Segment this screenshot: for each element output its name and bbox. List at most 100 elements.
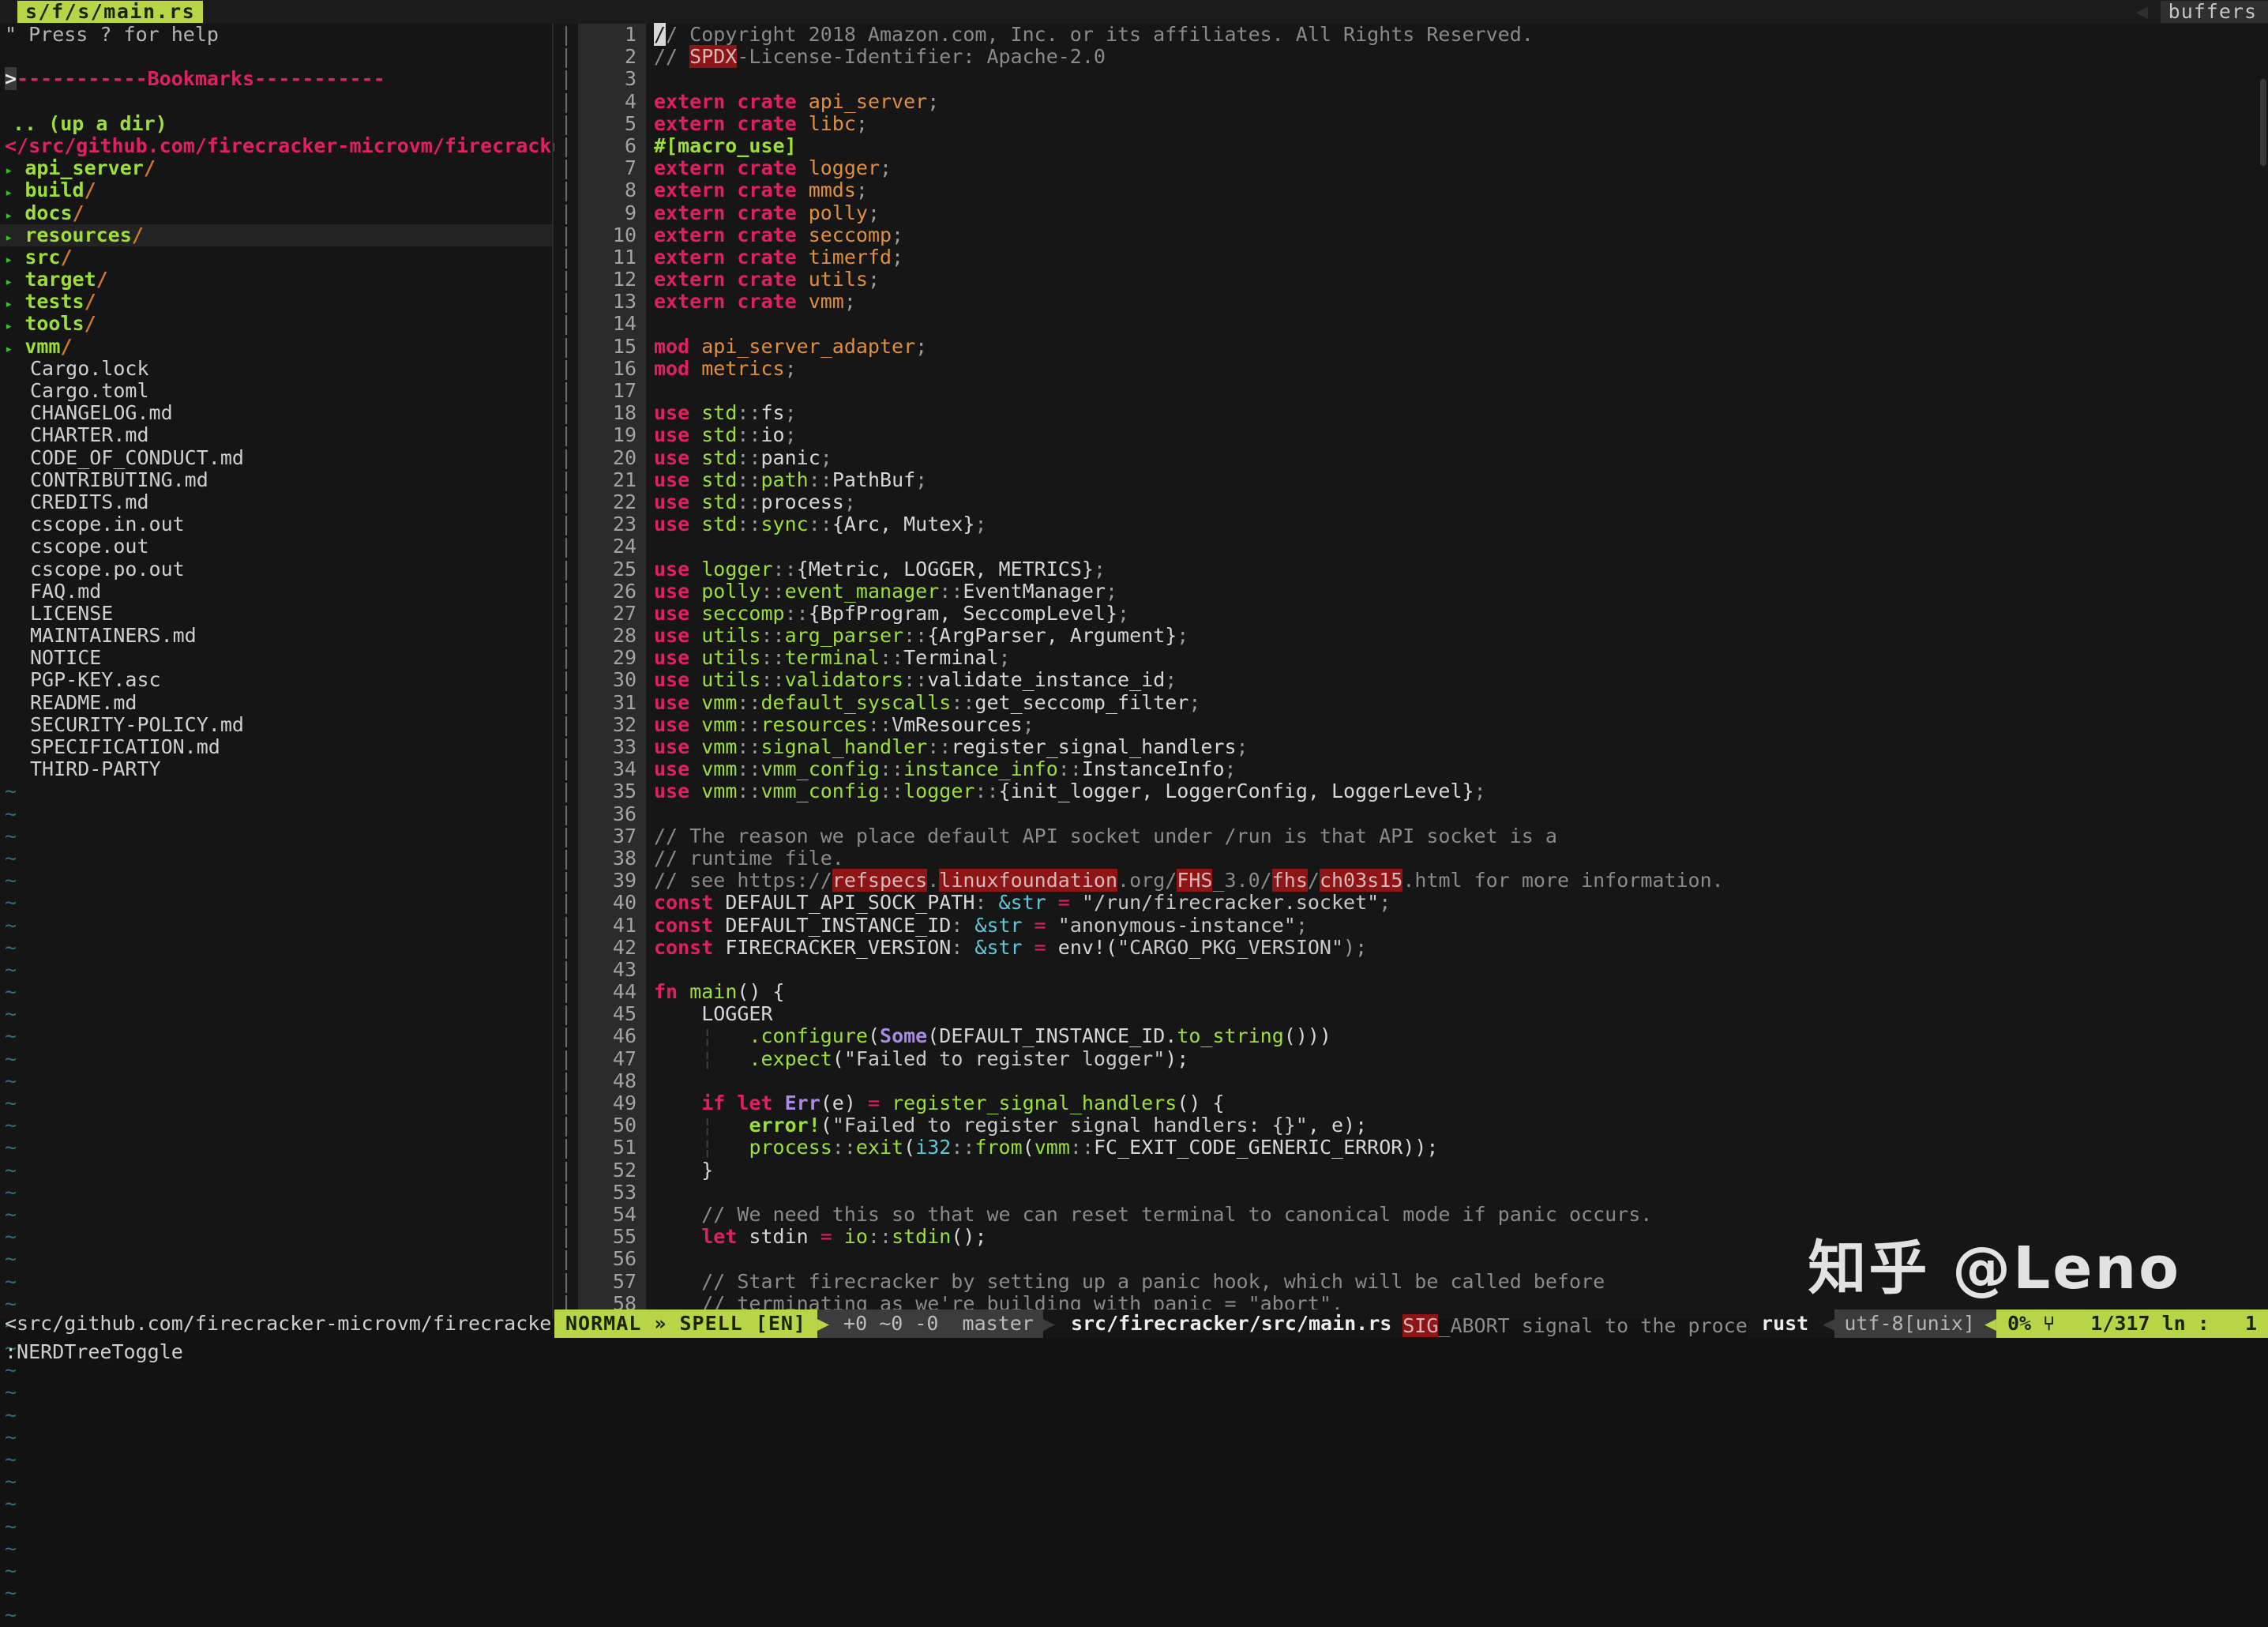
- nerdtree-file-SECURITY-POLICY.md[interactable]: SECURITY-POLICY.md: [0, 713, 553, 736]
- nerdtree-file-cscope.po.out[interactable]: cscope.po.out: [0, 558, 553, 581]
- code-line[interactable]: | 38 // runtime file.: [554, 847, 2268, 870]
- code-line[interactable]: | 25 use logger::{Metric, LOGGER, METRICS}…: [554, 558, 2268, 581]
- code-line[interactable]: | 27 use seccomp::{BpfProgram, SeccompLeve…: [554, 602, 2268, 626]
- nerdtree-bookmarks-header[interactable]: >-----------Bookmarks-----------: [0, 67, 553, 91]
- code-line[interactable]: | 18 use std::fs;: [554, 401, 2268, 425]
- scrollbar[interactable]: [2260, 79, 2266, 166]
- command-line[interactable]: :NERDTreeToggle: [0, 1338, 2268, 1366]
- nerdtree-file-CONTRIBUTING.md[interactable]: CONTRIBUTING.md: [0, 468, 553, 491]
- code-line[interactable]: | 31 use vmm::default_syscalls::get_seccom…: [554, 691, 2268, 714]
- code-line[interactable]: | 48: [554, 1069, 2268, 1092]
- nerdtree-file-PGP-KEY.asc[interactable]: PGP-KEY.asc: [0, 669, 553, 691]
- nerdtree-file-CHARTER.md[interactable]: CHARTER.md: [0, 424, 553, 446]
- code-line[interactable]: | 43: [554, 957, 2268, 982]
- code-line[interactable]: | 4 extern crate api_server;: [554, 90, 2268, 113]
- tab-buffers[interactable]: buffers: [2160, 1, 2268, 23]
- code-line[interactable]: | 6 #[macro_use]: [554, 134, 2268, 158]
- nerdtree-file-NOTICE[interactable]: NOTICE: [0, 647, 553, 669]
- fold-column-icon: |: [560, 156, 573, 180]
- code-line[interactable]: | 52 }: [554, 1159, 2268, 1182]
- code-line[interactable]: | 22 use std::process;: [554, 490, 2268, 514]
- code-line[interactable]: | 16 mod metrics;: [554, 357, 2268, 380]
- nerdtree-file-CHANGELOG.md[interactable]: CHANGELOG.md: [0, 401, 553, 424]
- code-line[interactable]: | 10 extern crate seccomp;: [554, 224, 2268, 246]
- code-line[interactable]: | 20 use std::panic;: [554, 446, 2268, 469]
- nerdtree-file-SPECIFICATION.md[interactable]: SPECIFICATION.md: [0, 735, 553, 758]
- nerdtree-file-Cargo.toml[interactable]: Cargo.toml: [0, 379, 553, 402]
- code-line[interactable]: | 39 // see https://refspecs.linuxfoundati…: [554, 869, 2268, 892]
- nerdtree-file-Cargo.lock[interactable]: Cargo.lock: [0, 357, 553, 380]
- nerdtree-file-CODE_OF_CONDUCT.md[interactable]: CODE_OF_CONDUCT.md: [0, 446, 553, 469]
- code-text: // We need this so that we can reset ter…: [701, 1202, 1653, 1226]
- line-number: 31: [578, 691, 646, 714]
- code-line[interactable]: | 7 extern crate logger;: [554, 156, 2268, 180]
- nerdtree-pane[interactable]: " Press ? for help >-----------Bookmarks…: [0, 23, 588, 1626]
- tab-active-file[interactable]: s/f/s/main.rs: [17, 1, 204, 23]
- nerdtree-up-a-dir[interactable]: .. (up a dir): [0, 112, 553, 135]
- nerdtree-dir-src[interactable]: ▸ src/: [0, 246, 553, 269]
- code-line[interactable]: | 23 use std::sync::{Arc, Mutex};: [554, 513, 2268, 536]
- nerdtree-file-cscope.out[interactable]: cscope.out: [0, 535, 553, 558]
- code-line[interactable]: | 41 const DEFAULT_INSTANCE_ID: &str = "an…: [554, 914, 2268, 937]
- code-line[interactable]: | 3: [554, 68, 2268, 91]
- code-text: if let Err(e) = register_signal_handlers…: [701, 1092, 1225, 1114]
- nerdtree-file-cscope.in.out[interactable]: cscope.in.out: [0, 513, 553, 535]
- code-line[interactable]: | 29 use utils::terminal::Terminal;: [554, 647, 2268, 670]
- code-line[interactable]: | 9 extern crate polly;: [554, 201, 2268, 224]
- code-line[interactable]: | 1 // Copyright 2018 Amazon.com, Inc. or …: [554, 23, 2268, 47]
- code-line[interactable]: | 51 ¦ process::exit(i32::from(vmm::FC_EX…: [554, 1137, 2268, 1159]
- nerdtree-dir-target[interactable]: ▸ target/: [0, 268, 553, 291]
- code-editor-pane[interactable]: | 1// Copyright 2018 Amazon.com, Inc. or …: [554, 23, 2268, 1338]
- code-line[interactable]: | 37 // The reason we place default API so…: [554, 825, 2268, 847]
- nerdtree-dir-tools[interactable]: ▸ tools/: [0, 313, 553, 335]
- code-line[interactable]: | 50 ¦ error!("Failed to register signal …: [554, 1114, 2268, 1137]
- code-line[interactable]: | 44 fn main() {: [554, 980, 2268, 1004]
- code-line[interactable]: | 14: [554, 313, 2268, 336]
- nerdtree-empty-marker: ~: [5, 1069, 17, 1092]
- code-line[interactable]: | 28 use utils::arg_parser::{ArgParser, Ar…: [554, 624, 2268, 648]
- nerdtree-dir-tests[interactable]: ▸ tests/: [0, 291, 553, 313]
- code-line[interactable]: | 35 use vmm::vmm_config::logger::{init_lo…: [554, 780, 2268, 803]
- nerdtree-dir-resources[interactable]: ▸ resources/: [0, 224, 553, 246]
- code-line[interactable]: | 47 ¦ .expect("Failed to register logger…: [554, 1047, 2268, 1070]
- code-line[interactable]: | 53: [554, 1181, 2268, 1204]
- code-line[interactable]: | 5 extern crate libc;: [554, 112, 2268, 135]
- nerdtree-empty-marker: ~: [5, 1403, 17, 1426]
- code-line[interactable]: | 36: [554, 802, 2268, 825]
- nerdtree-file-MAINTAINERS.md[interactable]: MAINTAINERS.md: [0, 624, 553, 647]
- nerdtree-file-LICENSE[interactable]: LICENSE: [0, 602, 553, 625]
- code-line[interactable]: | 21 use std::path::PathBuf;: [554, 468, 2268, 491]
- code-line[interactable]: | 2 // SPDX-License-Identifier: Apache-2.0: [554, 45, 2268, 69]
- nerdtree-root-path[interactable]: </src/github.com/firecracker-microvm/fir…: [0, 134, 588, 157]
- code-line[interactable]: | 26 use polly::event_manager::EventManage…: [554, 580, 2268, 603]
- code-line[interactable]: | 13 extern crate vmm;: [554, 291, 2268, 314]
- code-line[interactable]: | 40 const DEFAULT_API_SOCK_PATH: &str = "…: [554, 892, 2268, 915]
- code-line[interactable]: | 24: [554, 535, 2268, 558]
- code-line[interactable]: | 34 use vmm::vmm_config::instance_info::I…: [554, 757, 2268, 781]
- code-line[interactable]: | 46 ¦ .configure(Some(DEFAULT_INSTANCE_I…: [554, 1025, 2268, 1048]
- code-line[interactable]: | 33 use vmm::signal_handler::register_sig…: [554, 735, 2268, 759]
- nerdtree-dir-build[interactable]: ▸ build/: [0, 179, 553, 201]
- nerdtree-file-FAQ.md[interactable]: FAQ.md: [0, 580, 553, 603]
- code-line[interactable]: | 30 use utils::validators::validate_insta…: [554, 669, 2268, 692]
- code-line[interactable]: | 12 extern crate utils;: [554, 268, 2268, 291]
- code-line[interactable]: | 49 if let Err(e) = register_signal_hand…: [554, 1092, 2268, 1115]
- code-line[interactable]: | 11 extern crate timerfd;: [554, 246, 2268, 269]
- nerdtree-file-CREDITS.md[interactable]: CREDITS.md: [0, 490, 553, 513]
- nerdtree-dir-api_server[interactable]: ▸ api_server/: [0, 157, 553, 179]
- code-line[interactable]: | 15 mod api_server_adapter;: [554, 335, 2268, 358]
- code-line[interactable]: | 54 // We need this so that we can reset…: [554, 1202, 2268, 1227]
- nerdtree-dir-docs[interactable]: ▸ docs/: [0, 201, 553, 224]
- code-line[interactable]: | 42 const FIRECRACKER_VERSION: &str = env…: [554, 936, 2268, 959]
- nerdtree-dir-vmm[interactable]: ▸ vmm/: [0, 335, 553, 358]
- code-line[interactable]: | 19 use std::io;: [554, 424, 2268, 447]
- fold-column-icon: |: [560, 957, 573, 981]
- nerdtree-file-README.md[interactable]: README.md: [0, 691, 553, 714]
- fold-column-icon: |: [560, 1002, 573, 1026]
- nerdtree-file-THIRD-PARTY[interactable]: THIRD-PARTY: [0, 757, 553, 780]
- code-line[interactable]: | 8 extern crate mmds;: [554, 179, 2268, 202]
- code-line[interactable]: | 32 use vmm::resources::VmResources;: [554, 713, 2268, 736]
- code-line[interactable]: | 17: [554, 379, 2268, 403]
- code-line[interactable]: | 45 LOGGER: [554, 1002, 2268, 1026]
